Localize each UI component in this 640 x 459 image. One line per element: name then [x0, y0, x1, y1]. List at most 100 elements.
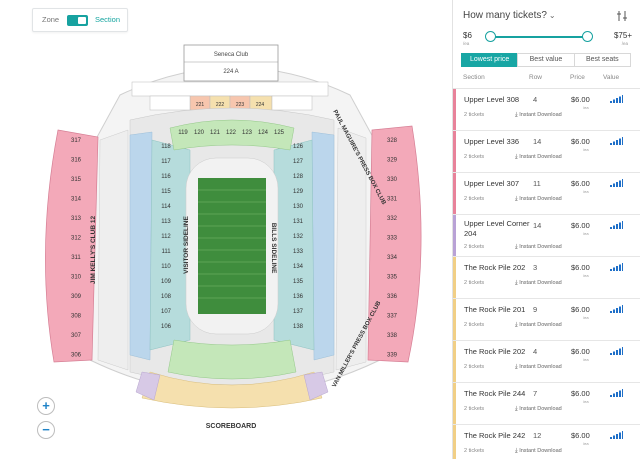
- section-number: 223: [236, 102, 245, 108]
- price-max-unit: /ea: [621, 41, 628, 46]
- section-number: 222: [216, 102, 225, 108]
- section-number: 313: [71, 216, 82, 222]
- listing-list: Upper Level 308 4 $6.00/ea 2 tickets ⤓ Insta…: [453, 89, 640, 459]
- left-blue-sections[interactable]: [129, 131, 153, 361]
- download-icon: ⤓: [515, 322, 518, 328]
- top-upper-sections[interactable]: [131, 81, 329, 111]
- zone-color-bar: [453, 215, 456, 256]
- sort-tabs: Lowest price Best value Best seats: [461, 53, 631, 67]
- zoom-out-button[interactable]: −: [37, 421, 55, 439]
- zone-color-bar: [453, 299, 456, 340]
- listing-price-unit: /ea: [583, 273, 589, 278]
- section-number: 224: [256, 102, 265, 108]
- section-number: 309: [71, 294, 82, 300]
- download-icon: ⤓: [515, 196, 518, 202]
- listing-row[interactable]: Upper Level Corner 204 14 $6.00/ea 2 ticket…: [453, 215, 640, 257]
- section-number: 123: [242, 130, 253, 136]
- zone-color-bar: [453, 383, 456, 424]
- listing-row-number: 12: [533, 431, 542, 440]
- listing-row[interactable]: Upper Level 336 14 $6.00/ea 2 tickets ⤓ Inst…: [453, 131, 640, 173]
- listing-ticket-count: 2 tickets: [464, 280, 485, 286]
- filter-icon[interactable]: [616, 10, 628, 22]
- listing-price-unit: /ea: [583, 189, 589, 194]
- ticket-quantity-label: How many tickets?: [463, 10, 547, 21]
- zone-color-bar: [453, 257, 456, 298]
- value-bars-icon: [610, 389, 623, 397]
- listing-row-number: 4: [533, 347, 538, 356]
- section-number: 310: [71, 275, 82, 281]
- section-number: 125: [274, 130, 285, 136]
- instant-download: ⤓ Instant Download: [515, 244, 562, 251]
- listing-row[interactable]: The Rock Pile 242 12 $6.00/ea 2 tickets ⤓ In…: [453, 425, 640, 459]
- listing-price: $6.00: [571, 389, 590, 398]
- section-number: 124: [258, 130, 269, 136]
- listing-row[interactable]: Upper Level 308 4 $6.00/ea 2 tickets ⤓ Insta…: [453, 89, 640, 131]
- price-min: $6: [463, 31, 472, 40]
- section-number: 108: [161, 294, 172, 300]
- section-number: 329: [387, 158, 398, 164]
- listing-price-unit: /ea: [583, 441, 589, 446]
- seat-map[interactable]: Seneca Club 224 A SCOREBOARD JIM KELLY'S…: [0, 0, 452, 459]
- listing-price-unit: /ea: [583, 357, 589, 362]
- listing-row[interactable]: The Rock Pile 202 3 $6.00/ea 2 tickets ⤓ Ins…: [453, 257, 640, 299]
- zone-color-bar: [453, 341, 456, 382]
- section-number: 137: [293, 309, 304, 315]
- bottom-lower-sections[interactable]: [167, 339, 297, 380]
- listing-ticket-count: 2 tickets: [464, 406, 485, 412]
- listing-price: $6.00: [571, 431, 590, 440]
- right-blue-sections[interactable]: [311, 131, 335, 361]
- section-number: 314: [71, 197, 82, 203]
- listing-section: The Rock Pile 202: [464, 263, 526, 272]
- listing-ticket-count: 2 tickets: [464, 448, 485, 454]
- section-number: 307: [71, 333, 82, 339]
- listing-row[interactable]: Upper Level 307 11 $6.00/ea 2 tickets ⤓ Inst…: [453, 173, 640, 215]
- listing-row[interactable]: The Rock Pile 202 4 $6.00/ea 2 tickets ⤓ Ins…: [453, 341, 640, 383]
- listing-row-number: 7: [533, 389, 538, 398]
- toggle-switch[interactable]: [67, 15, 88, 26]
- value-bars-icon: [610, 431, 623, 439]
- section-number: 130: [293, 204, 304, 210]
- section-number: 132: [293, 234, 304, 240]
- section-number: 134: [293, 264, 304, 270]
- section-number: 112: [161, 234, 171, 240]
- section-number: 110: [161, 264, 171, 270]
- section-number: 308: [71, 314, 82, 320]
- sort-best-seats[interactable]: Best seats: [573, 53, 631, 67]
- listing-ticket-count: 2 tickets: [464, 196, 485, 202]
- zone-section-toggle[interactable]: Zone Section: [32, 8, 128, 32]
- listing-ticket-count: 2 tickets: [464, 244, 485, 250]
- listing-section: Upper Level 307: [464, 179, 520, 188]
- listing-ticket-count: 2 tickets: [464, 112, 485, 118]
- listings-panel: How many tickets? ⌄ $6 /ea $75+ /ea Lowes…: [452, 0, 640, 459]
- slider-min-handle[interactable]: [485, 31, 496, 42]
- listing-section: The Rock Pile 244: [464, 389, 526, 398]
- instant-download: ⤓ Instant Download: [515, 112, 562, 119]
- football-field: [198, 178, 266, 314]
- seneca-club-box[interactable]: [183, 44, 279, 82]
- slider-max-handle[interactable]: [582, 31, 593, 42]
- section-number: 129: [293, 189, 304, 195]
- section-number: 127: [293, 159, 304, 165]
- delivery-label: Instant Download: [519, 196, 562, 202]
- zoom-in-button[interactable]: +: [37, 397, 55, 415]
- delivery-label: Instant Download: [519, 364, 562, 370]
- listing-section: The Rock Pile 201: [464, 305, 526, 314]
- value-bars-icon: [610, 221, 623, 229]
- section-number: 333: [387, 236, 398, 242]
- listing-ticket-count: 2 tickets: [464, 364, 485, 370]
- price-slider[interactable]: [485, 31, 593, 42]
- listing-price: $6.00: [571, 137, 590, 146]
- sort-best-value[interactable]: Best value: [517, 53, 575, 67]
- value-bars-icon: [610, 263, 623, 271]
- sort-lowest-price[interactable]: Lowest price: [461, 53, 519, 67]
- listing-row[interactable]: The Rock Pile 201 9 $6.00/ea 2 tickets ⤓ Ins…: [453, 299, 640, 341]
- app: Seneca Club 224 A SCOREBOARD JIM KELLY'S…: [0, 0, 640, 459]
- section-number: 332: [387, 216, 398, 222]
- listing-row-number: 4: [533, 95, 538, 104]
- instant-download: ⤓ Instant Download: [515, 322, 562, 329]
- stadium-svg[interactable]: Seneca Club 224 A SCOREBOARD JIM KELLY'S…: [0, 0, 452, 459]
- section-number: 135: [293, 279, 304, 285]
- ticket-quantity-dropdown[interactable]: How many tickets? ⌄: [463, 10, 556, 21]
- right-lower-sections[interactable]: [273, 139, 315, 351]
- listing-row[interactable]: The Rock Pile 244 7 $6.00/ea 2 tickets ⤓ Ins…: [453, 383, 640, 425]
